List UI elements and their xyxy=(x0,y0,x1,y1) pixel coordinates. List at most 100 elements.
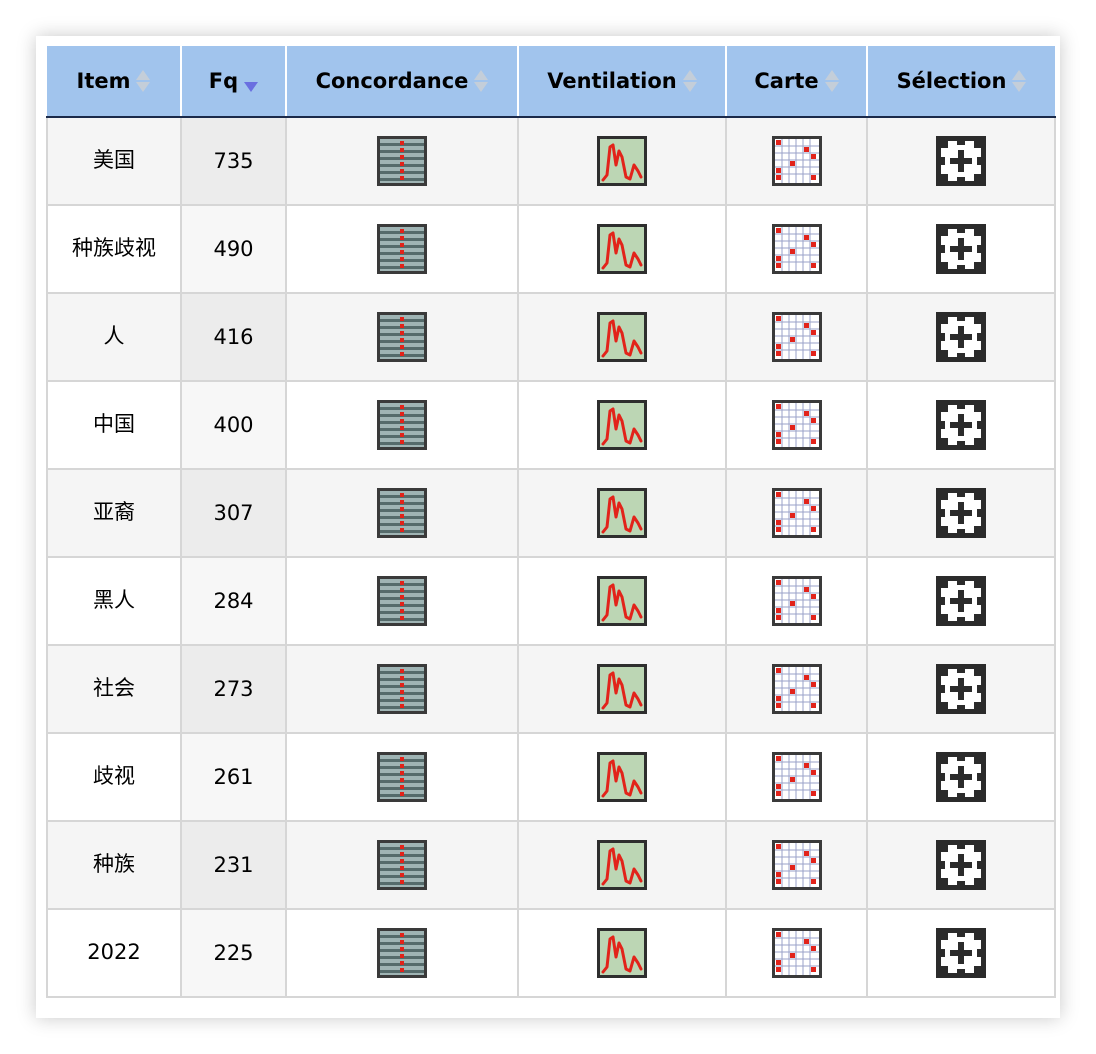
frequency-cell: 284 xyxy=(180,556,287,646)
selection-icon[interactable] xyxy=(935,751,987,803)
column-header-carte[interactable]: Carte xyxy=(725,46,868,118)
carte-cell xyxy=(725,556,868,646)
column-header-concordance[interactable]: Concordance xyxy=(285,46,519,118)
column-header-label: Concordance xyxy=(315,69,469,93)
ventilation-icon[interactable] xyxy=(596,399,648,451)
concordance-cell xyxy=(285,908,519,998)
selection-icon[interactable] xyxy=(935,399,987,451)
ventilation-icon[interactable] xyxy=(596,663,648,715)
ventilation-icon[interactable] xyxy=(596,839,648,891)
concordance-icon[interactable] xyxy=(376,751,428,803)
column-header-ventilation[interactable]: Ventilation xyxy=(517,46,727,118)
concordance-icon[interactable] xyxy=(376,311,428,363)
concordance-cell xyxy=(285,644,519,734)
frequency-cell: 307 xyxy=(180,468,287,558)
item-cell: 歧视 xyxy=(46,732,182,822)
concordance-icon[interactable] xyxy=(376,487,428,539)
column-header-fq[interactable]: Fq xyxy=(180,46,287,118)
concordance-cell xyxy=(285,292,519,382)
carte-icon[interactable] xyxy=(771,839,823,891)
ventilation-cell xyxy=(517,468,727,558)
table-row: 人 416 xyxy=(46,292,1056,382)
carte-cell xyxy=(725,908,868,998)
selection-icon[interactable] xyxy=(935,223,987,275)
concordance-icon[interactable] xyxy=(376,399,428,451)
table-row: 中国 400 xyxy=(46,380,1056,470)
item-cell: 2022 xyxy=(46,908,182,998)
ventilation-icon[interactable] xyxy=(596,927,648,979)
frequency-cell: 735 xyxy=(180,116,287,206)
item-cell: 黑人 xyxy=(46,556,182,646)
frequency-cell: 273 xyxy=(180,644,287,734)
sort-down-arrow-icon xyxy=(824,82,839,92)
ventilation-icon[interactable] xyxy=(596,751,648,803)
carte-icon[interactable] xyxy=(771,751,823,803)
frequency-cell: 490 xyxy=(180,204,287,294)
table-row: 2022 225 xyxy=(46,908,1056,998)
carte-icon[interactable] xyxy=(771,487,823,539)
carte-icon[interactable] xyxy=(771,575,823,627)
ventilation-icon[interactable] xyxy=(596,487,648,539)
item-cell: 种族 xyxy=(46,820,182,910)
table-header-row: Item Fq Concordance Ventilation Carte Sélecti… xyxy=(47,46,1055,118)
concordance-icon[interactable] xyxy=(376,839,428,891)
sort-up-arrow-icon xyxy=(682,70,697,80)
carte-icon[interactable] xyxy=(771,223,823,275)
concordance-icon[interactable] xyxy=(376,575,428,627)
concordance-icon[interactable] xyxy=(376,927,428,979)
carte-icon[interactable] xyxy=(771,311,823,363)
ventilation-icon[interactable] xyxy=(596,223,648,275)
frequency-cell: 416 xyxy=(180,292,287,382)
column-header-selection[interactable]: Sélection xyxy=(866,46,1055,118)
sort-down-arrow-icon xyxy=(474,82,489,92)
column-header-item[interactable]: Item xyxy=(47,46,182,118)
concordance-cell xyxy=(285,820,519,910)
carte-icon[interactable] xyxy=(771,135,823,187)
frequency-cell: 225 xyxy=(180,908,287,998)
selection-icon[interactable] xyxy=(935,663,987,715)
ventilation-icon[interactable] xyxy=(596,311,648,363)
concordance-cell xyxy=(285,468,519,558)
ventilation-cell xyxy=(517,908,727,998)
selection-icon[interactable] xyxy=(935,839,987,891)
selection-icon[interactable] xyxy=(935,575,987,627)
table-row: 种族 231 xyxy=(46,820,1056,910)
concordance-icon[interactable] xyxy=(376,135,428,187)
carte-icon[interactable] xyxy=(771,927,823,979)
sort-descending-icon[interactable] xyxy=(244,82,259,92)
sort-icon[interactable] xyxy=(1012,70,1027,92)
selection-cell xyxy=(866,908,1056,998)
concordance-cell xyxy=(285,556,519,646)
selection-icon[interactable] xyxy=(935,927,987,979)
ventilation-icon[interactable] xyxy=(596,575,648,627)
selection-icon[interactable] xyxy=(935,135,987,187)
carte-cell xyxy=(725,468,868,558)
concordance-cell xyxy=(285,732,519,822)
sort-icon[interactable] xyxy=(136,70,151,92)
ventilation-cell xyxy=(517,556,727,646)
selection-icon[interactable] xyxy=(935,311,987,363)
carte-cell xyxy=(725,644,868,734)
frequency-cell: 231 xyxy=(180,820,287,910)
frequency-cell: 400 xyxy=(180,380,287,470)
item-cell: 美国 xyxy=(46,116,182,206)
selection-cell xyxy=(866,644,1056,734)
sort-icon[interactable] xyxy=(824,70,839,92)
table-body: 美国 735 种族歧视 490 人 416 中国 400 亚裔 307 黑人 2… xyxy=(46,116,1056,998)
selection-cell xyxy=(866,116,1056,206)
carte-icon[interactable] xyxy=(771,663,823,715)
carte-cell xyxy=(725,116,868,206)
sort-up-arrow-icon xyxy=(1012,70,1027,80)
ventilation-cell xyxy=(517,204,727,294)
sort-up-arrow-icon xyxy=(474,70,489,80)
carte-cell xyxy=(725,820,868,910)
concordance-icon[interactable] xyxy=(376,223,428,275)
concordance-icon[interactable] xyxy=(376,663,428,715)
selection-cell xyxy=(866,556,1056,646)
column-header-label: Fq xyxy=(208,69,239,93)
carte-icon[interactable] xyxy=(771,399,823,451)
sort-icon[interactable] xyxy=(474,70,489,92)
selection-icon[interactable] xyxy=(935,487,987,539)
ventilation-icon[interactable] xyxy=(596,135,648,187)
sort-icon[interactable] xyxy=(682,70,697,92)
